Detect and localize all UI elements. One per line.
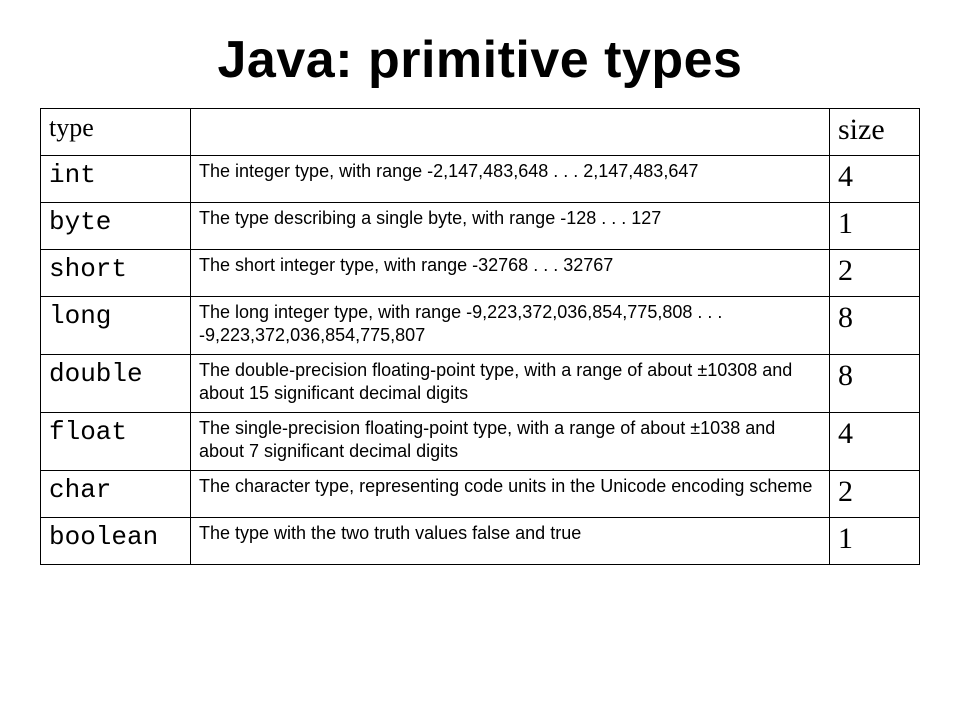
type-desc: The character type, representing code un… bbox=[191, 471, 830, 518]
type-desc: The type describing a single byte, with … bbox=[191, 203, 830, 250]
type-name: short bbox=[41, 250, 191, 297]
header-size: size bbox=[830, 109, 920, 156]
type-size: 8 bbox=[830, 355, 920, 413]
table-row: float The single-precision floating-poin… bbox=[41, 413, 920, 471]
type-name: int bbox=[41, 156, 191, 203]
primitive-types-table: type size int The integer type, with ran… bbox=[40, 108, 920, 565]
type-size: 4 bbox=[830, 156, 920, 203]
type-size: 2 bbox=[830, 471, 920, 518]
table-row: int The integer type, with range -2,147,… bbox=[41, 156, 920, 203]
type-desc: The long integer type, with range -9,223… bbox=[191, 297, 830, 355]
type-name: char bbox=[41, 471, 191, 518]
type-size: 8 bbox=[830, 297, 920, 355]
table-row: char The character type, representing co… bbox=[41, 471, 920, 518]
type-name: long bbox=[41, 297, 191, 355]
type-size: 2 bbox=[830, 250, 920, 297]
table-row: byte The type describing a single byte, … bbox=[41, 203, 920, 250]
slide: Java: primitive types type size int The … bbox=[0, 0, 960, 720]
table-row: boolean The type with the two truth valu… bbox=[41, 518, 920, 565]
type-desc: The short integer type, with range -3276… bbox=[191, 250, 830, 297]
type-size: 1 bbox=[830, 518, 920, 565]
table-header-row: type size bbox=[41, 109, 920, 156]
type-desc: The single-precision floating-point type… bbox=[191, 413, 830, 471]
table-row: long The long integer type, with range -… bbox=[41, 297, 920, 355]
page-title: Java: primitive types bbox=[40, 30, 920, 90]
type-size: 1 bbox=[830, 203, 920, 250]
header-type: type bbox=[41, 109, 191, 156]
table-row: short The short integer type, with range… bbox=[41, 250, 920, 297]
type-name: double bbox=[41, 355, 191, 413]
type-desc: The integer type, with range -2,147,483,… bbox=[191, 156, 830, 203]
type-name: float bbox=[41, 413, 191, 471]
header-desc bbox=[191, 109, 830, 156]
type-size: 4 bbox=[830, 413, 920, 471]
type-name: boolean bbox=[41, 518, 191, 565]
type-desc: The type with the two truth values false… bbox=[191, 518, 830, 565]
type-desc: The double-precision floating-point type… bbox=[191, 355, 830, 413]
type-name: byte bbox=[41, 203, 191, 250]
table-row: double The double-precision floating-poi… bbox=[41, 355, 920, 413]
